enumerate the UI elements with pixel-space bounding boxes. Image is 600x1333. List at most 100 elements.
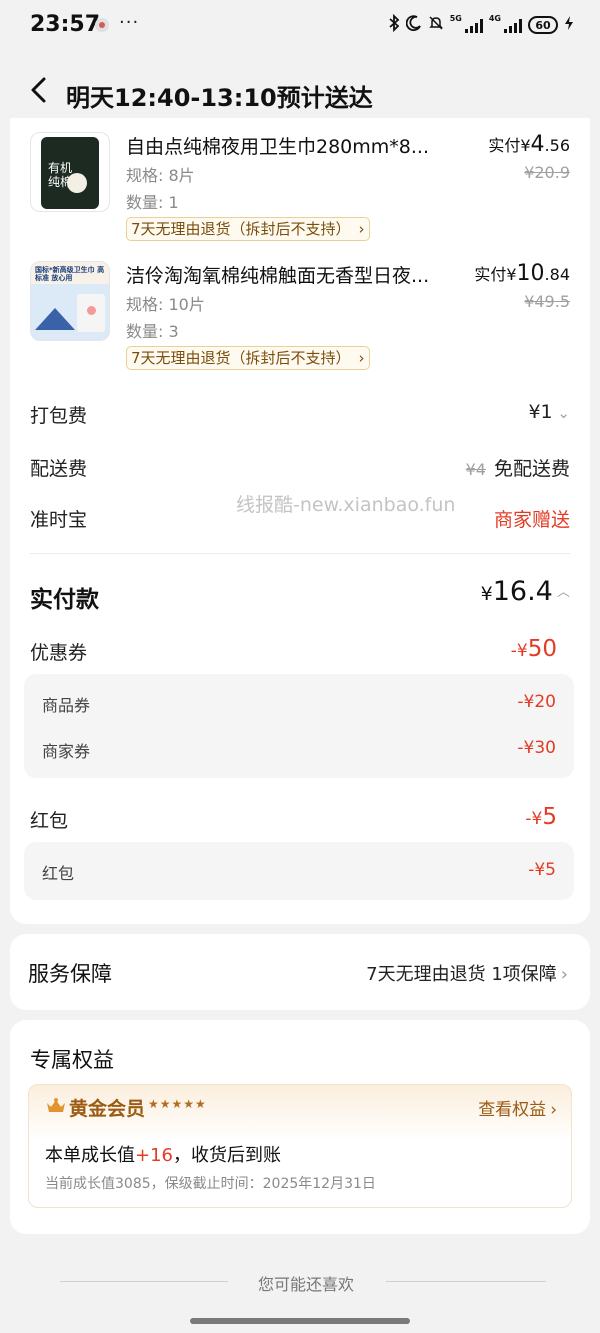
coupon-total: -¥50 bbox=[511, 636, 557, 662]
watermark-text: 线报酷-new.xianbao.fun bbox=[236, 494, 456, 516]
product-spec: 规格: 8片 bbox=[126, 166, 195, 185]
paid-decimal: .56 bbox=[544, 136, 570, 155]
product-spec: 规格: 10片 bbox=[126, 295, 205, 314]
paid-integer: 10 bbox=[516, 261, 545, 286]
total-paid-label: 实付款 bbox=[30, 587, 99, 613]
product-title[interactable]: 自由点纯棉夜用卫生巾280mm*8... bbox=[126, 132, 456, 159]
product-item[interactable]: 国标*新高级卫生巾 高标准 放心用 洁伶淘淘氧棉纯棉触面无香型日夜... 规格:… bbox=[10, 261, 590, 379]
status-icons: 5G 4G 60 bbox=[388, 13, 574, 36]
ontime-guarantee-label: 准时宝 bbox=[30, 509, 88, 531]
packing-fee-amount: ¥1 bbox=[528, 401, 553, 423]
product-title[interactable]: 洁伶淘淘氧棉纯棉触面无香型日夜... bbox=[126, 261, 456, 288]
red-packet-row: 红包 -¥5 bbox=[10, 804, 590, 838]
service-guarantee-value[interactable]: 7天无理由退货 1项保障 › bbox=[366, 960, 568, 986]
coupon-detail-box: 商品券 -¥20 商家券 -¥30 bbox=[24, 674, 574, 778]
growth-status-text: 当前成长值3085，保级截止时间：2025年12月31日 bbox=[45, 1176, 376, 1192]
chevron-right-icon: › bbox=[358, 349, 365, 367]
ontime-guarantee-value: 商家赠送 bbox=[493, 509, 570, 531]
chevron-right-icon: › bbox=[560, 964, 568, 985]
currency-symbol: ¥ bbox=[480, 583, 493, 605]
free-delivery-text: 免配送费 bbox=[493, 458, 570, 480]
gold-member-box: 黄金会员 ★★★★★ 查看权益 › 本单成长值+16，收货后到账 当前成长值308… bbox=[28, 1084, 572, 1208]
packing-fee-row[interactable]: 打包费 ¥1 ⌄ bbox=[10, 401, 590, 431]
paid-decimal: .84 bbox=[544, 265, 570, 284]
red-packet-detail-label: 红包 bbox=[42, 864, 75, 883]
delivery-fee-row: 配送费 ¥4 免配送费 bbox=[10, 454, 590, 484]
signal-4g-icon bbox=[504, 17, 522, 33]
service-guarantee-card[interactable]: 服务保障 7天无理由退货 1项保障 › bbox=[10, 934, 590, 1010]
paid-integer: 4 bbox=[530, 132, 545, 157]
home-indicator[interactable] bbox=[190, 1318, 410, 1324]
coupon-detail-row: 商品券 -¥20 bbox=[24, 692, 574, 716]
coupon-row: 优惠券 -¥50 bbox=[10, 636, 590, 670]
view-benefits-text: 查看权益 bbox=[478, 1100, 547, 1120]
network-4g-label: 4G bbox=[488, 14, 501, 23]
red-packet-amount: 5 bbox=[542, 804, 557, 830]
order-card: 有机纯棉 自由点纯棉夜用卫生巾280mm*8... 规格: 8片 数量: 1 7… bbox=[10, 118, 590, 924]
coupon-detail-value: -¥20 bbox=[517, 692, 556, 712]
total-paid-value[interactable]: ¥16.4 ︿ bbox=[481, 576, 570, 607]
red-packet-label: 红包 bbox=[30, 810, 69, 832]
paid-label: 实付 bbox=[488, 136, 521, 155]
return-policy-text: 7天无理由退货（拆封后不支持） bbox=[131, 349, 351, 367]
coupon-label: 优惠券 bbox=[30, 642, 88, 664]
product-quantity: 数量: 3 bbox=[126, 322, 179, 341]
recommend-title: 您可能还喜欢 bbox=[258, 1275, 355, 1294]
mountain-icon bbox=[35, 308, 75, 330]
paid-label: 实付 bbox=[474, 265, 507, 284]
currency-symbol: -¥ bbox=[510, 641, 528, 661]
red-packet-detail-box: 红包 -¥5 bbox=[24, 842, 574, 900]
product-quantity: 数量: 1 bbox=[126, 193, 179, 212]
chevron-down-icon: ⌄ bbox=[552, 404, 570, 422]
return-policy-tag[interactable]: 7天无理由退货（拆封后不支持） › bbox=[126, 346, 370, 370]
product-item[interactable]: 有机纯棉 自由点纯棉夜用卫生巾280mm*8... 规格: 8片 数量: 1 7… bbox=[10, 132, 590, 250]
red-packet-total: -¥5 bbox=[525, 804, 557, 830]
growth-suffix: ，收货后到账 bbox=[173, 1145, 281, 1166]
status-bar: 23:57 ··· 5G 4G 60 bbox=[0, 0, 600, 54]
currency-symbol: -¥ bbox=[525, 809, 543, 829]
red-packet-detail-value: -¥5 bbox=[528, 860, 556, 880]
chevron-right-icon: › bbox=[358, 220, 365, 238]
mute-icon bbox=[428, 15, 444, 35]
packing-fee-value[interactable]: ¥1 ⌄ bbox=[528, 401, 570, 423]
product-thumb-text: 国标*新高级卫生巾 高标准 放心用 bbox=[35, 266, 105, 282]
back-icon[interactable] bbox=[28, 76, 52, 104]
red-packet-detail-row: 红包 -¥5 bbox=[24, 860, 574, 884]
delivery-original-fee: ¥4 bbox=[465, 460, 486, 479]
paid-price: 实付¥4.56 bbox=[488, 132, 570, 157]
packing-fee-label: 打包费 bbox=[30, 405, 88, 427]
service-guarantee-text: 7天无理由退货 1项保障 bbox=[366, 964, 557, 985]
coupon-amount: 50 bbox=[527, 636, 557, 662]
status-time: 23:57 bbox=[30, 12, 101, 37]
chevron-right-icon: › bbox=[550, 1100, 557, 1120]
recommend-divider-right bbox=[386, 1281, 546, 1282]
nav-bar: 明天12:40-13:10预计送达 bbox=[0, 60, 600, 120]
original-price: ¥49.5 bbox=[524, 292, 570, 311]
recommend-divider-left bbox=[60, 1281, 228, 1282]
divider bbox=[30, 553, 570, 554]
bluetooth-icon bbox=[388, 13, 400, 36]
currency-symbol: ¥ bbox=[506, 265, 517, 284]
coupon-detail-value: -¥30 bbox=[517, 738, 556, 758]
paid-price: 实付¥10.84 bbox=[474, 261, 570, 286]
total-paid-amount: 16.4 bbox=[492, 576, 553, 607]
crown-icon bbox=[45, 1097, 67, 1115]
member-stars: ★★★★★ bbox=[148, 1097, 207, 1111]
service-guarantee-label: 服务保障 bbox=[28, 962, 112, 986]
return-policy-text: 7天无理由退货（拆封后不支持） bbox=[131, 220, 351, 238]
coupon-detail-label: 商家券 bbox=[42, 742, 91, 761]
delivery-fee-value: ¥4 免配送费 bbox=[466, 454, 570, 481]
product-thumbnail[interactable]: 有机纯棉 bbox=[30, 132, 110, 212]
delivery-fee-label: 配送费 bbox=[30, 458, 88, 480]
exclusive-benefits-card: 专属权益 黄金会员 ★★★★★ 查看权益 › 本单成长值+16，收货后到账 当前成… bbox=[10, 1020, 590, 1234]
return-policy-tag[interactable]: 7天无理由退货（拆封后不支持） › bbox=[126, 217, 370, 241]
growth-prefix: 本单成长值 bbox=[45, 1145, 135, 1166]
product-thumbnail[interactable]: 国标*新高级卫生巾 高标准 放心用 bbox=[30, 261, 110, 341]
view-benefits-link[interactable]: 查看权益 › bbox=[478, 1095, 557, 1120]
charging-icon bbox=[564, 15, 574, 35]
growth-plus: +16 bbox=[135, 1145, 173, 1166]
cotton-flower-icon bbox=[67, 173, 87, 193]
notification-dot-icon bbox=[95, 18, 109, 32]
battery-icon: 60 bbox=[528, 16, 558, 34]
original-price: ¥20.9 bbox=[524, 163, 570, 182]
